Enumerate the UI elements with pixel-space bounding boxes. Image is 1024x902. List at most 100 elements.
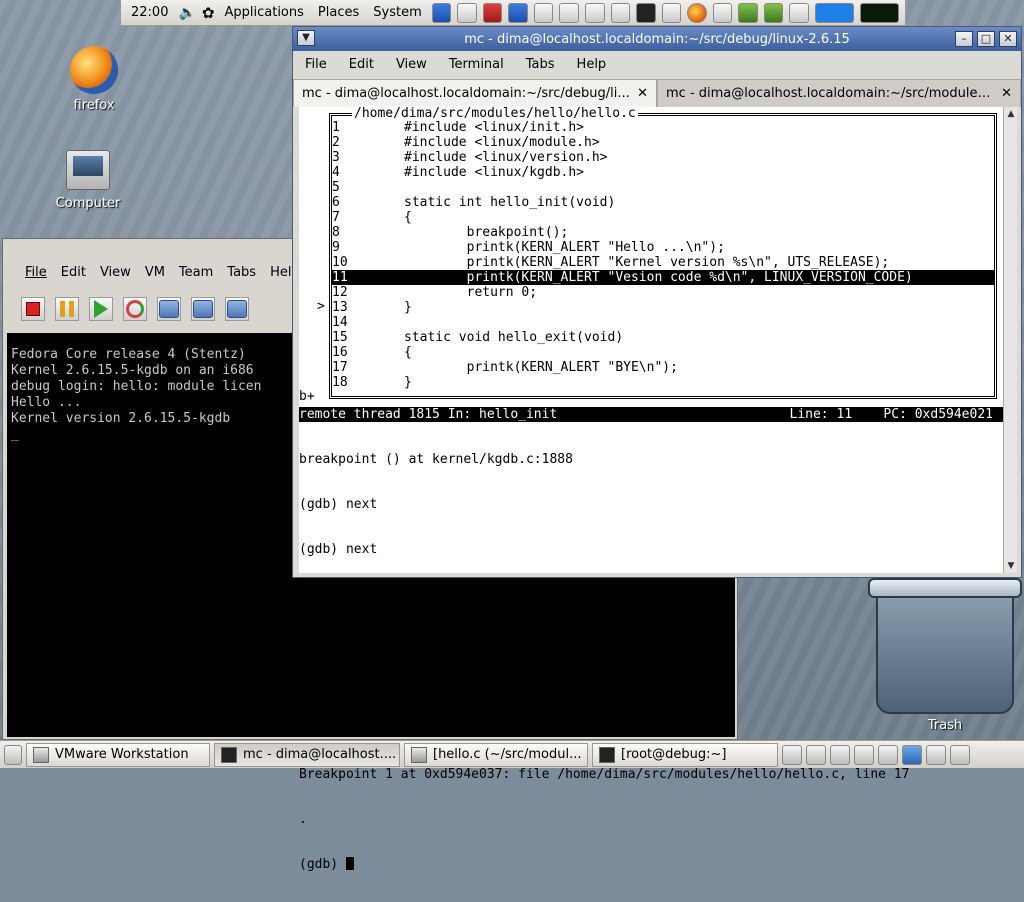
reset-button[interactable]: [123, 297, 147, 321]
launcher-icon[interactable]: [610, 2, 631, 23]
vm-menu-team[interactable]: Team: [179, 265, 213, 287]
term-menu-help[interactable]: Help: [577, 57, 607, 72]
source-line[interactable]: 4 #include <linux/kgdb.h>: [332, 165, 994, 180]
tray-icon[interactable]: [806, 744, 826, 765]
source-line[interactable]: 12 return 0;: [332, 285, 994, 300]
trash-applet-icon[interactable]: [950, 744, 970, 765]
tray-icon[interactable]: [926, 744, 946, 765]
launcher-icon[interactable]: [789, 2, 809, 23]
gnome-foot-icon[interactable]: ✿: [202, 4, 215, 22]
source-code: {: [404, 210, 412, 225]
source-line[interactable]: 3 #include <linux/version.h>: [332, 150, 994, 165]
close-button[interactable]: ✕: [999, 31, 1017, 47]
scroll-up-icon[interactable]: ▲: [1004, 107, 1018, 121]
launcher-icon[interactable]: [738, 2, 758, 23]
desktop-icon-firefox[interactable]: firefox: [54, 46, 134, 113]
show-desktop-icon[interactable]: [4, 744, 22, 765]
vm-menu-edit[interactable]: Edit: [61, 265, 86, 287]
launcher-icon[interactable]: [457, 2, 477, 23]
workspace-switcher[interactable]: [814, 2, 854, 23]
window-menu-icon[interactable]: ▼: [297, 30, 315, 46]
source-line[interactable]: 1 #include <linux/init.h>: [332, 120, 994, 135]
source-line[interactable]: 6 static int hello_init(void): [332, 195, 994, 210]
suspend-button[interactable]: [55, 297, 79, 321]
snapshot-manager-button[interactable]: [225, 297, 249, 321]
source-line[interactable]: 13}: [332, 300, 994, 315]
source-code: #include <linux/kgdb.h>: [404, 165, 585, 180]
terminal-tab-2[interactable]: mc - dima@localhost.localdomain:~/src/mo…: [657, 79, 1021, 107]
menu-system[interactable]: System: [369, 5, 425, 20]
terminal-tab-1[interactable]: mc - dima@localhost.localdomain:~/src/de…: [293, 79, 657, 107]
power-on-button[interactable]: [89, 297, 113, 321]
gdb-line: Breakpoint 1 at 0xd594e037: file /home/d…: [299, 767, 910, 782]
source-line[interactable]: 10 printk(KERN_ALERT "Kernel version %s\…: [332, 255, 994, 270]
term-menu-view[interactable]: View: [396, 57, 427, 72]
tray-icon[interactable]: [830, 744, 850, 765]
source-line[interactable]: 17 printk(KERN_ALERT "BYE\n");: [332, 360, 994, 375]
vm-menu-tabs[interactable]: Tabs: [227, 265, 256, 287]
taskbar-editor[interactable]: [hello.c (~/src/modul...: [404, 742, 588, 767]
term-menu-file[interactable]: File: [305, 57, 327, 72]
revert-snapshot-button[interactable]: [191, 297, 215, 321]
launcher-icon[interactable]: [508, 2, 528, 23]
firefox-launcher-icon[interactable]: [687, 2, 707, 23]
source-code: printk(KERN_ALERT "Kernel version %s\n",…: [404, 255, 890, 270]
tray-icon[interactable]: [782, 744, 802, 765]
terminal-titlebar[interactable]: ▼ mc - dima@localhost.localdomain:~/src/…: [293, 27, 1021, 51]
tray-icon[interactable]: [854, 744, 874, 765]
system-monitor-applet[interactable]: [859, 2, 900, 23]
volume-icon[interactable]: 🔈: [178, 5, 195, 21]
source-line[interactable]: 5: [332, 180, 994, 195]
desktop-icon-label: firefox: [73, 98, 115, 113]
terminal-window[interactable]: ▼ mc - dima@localhost.localdomain:~/src/…: [292, 26, 1022, 872]
launcher-icon[interactable]: [585, 2, 605, 23]
snapshot-button[interactable]: [157, 297, 181, 321]
launcher-icon[interactable]: [763, 2, 784, 23]
tab-close-icon[interactable]: ✕: [1001, 86, 1012, 101]
vm-menu-file[interactable]: File: [25, 265, 47, 287]
power-off-button[interactable]: [21, 297, 45, 321]
desktop-icon-computer[interactable]: Computer: [48, 150, 128, 211]
source-line[interactable]: 2 #include <linux/module.h>: [332, 135, 994, 150]
tab-close-icon[interactable]: ✕: [637, 86, 648, 101]
source-line[interactable]: 15 static void hello_exit(void): [332, 330, 994, 345]
source-line[interactable]: 8 breakpoint();: [332, 225, 994, 240]
source-line[interactable]: 9 printk(KERN_ALERT "Hello ...\n");: [332, 240, 994, 255]
taskbar-root-terminal[interactable]: [root@debug:~]: [592, 742, 778, 767]
source-code: printk(KERN_ALERT "Vesion code %d\n", LI…: [404, 270, 913, 285]
maximize-button[interactable]: □: [977, 31, 995, 47]
source-line[interactable]: 7{: [332, 210, 994, 225]
vm-menu-vm[interactable]: VM: [145, 265, 165, 287]
term-menu-tabs[interactable]: Tabs: [526, 57, 555, 72]
taskbar-terminal[interactable]: mc - dima@localhost....: [214, 742, 400, 767]
launcher-icon[interactable]: [533, 2, 554, 23]
source-line[interactable]: 16 {: [332, 345, 994, 360]
taskbar-vmware[interactable]: VMware Workstation: [26, 742, 210, 767]
line-number: 2: [332, 135, 340, 150]
workspace-icon[interactable]: [902, 744, 922, 765]
launcher-icon[interactable]: [431, 2, 452, 23]
menu-places[interactable]: Places: [314, 5, 363, 20]
launcher-icon[interactable]: [559, 2, 580, 23]
desktop-icon-trash[interactable]: Trash: [866, 578, 1024, 738]
tray-icon[interactable]: [878, 744, 898, 765]
line-number: 18: [332, 375, 348, 390]
pdf-launcher-icon[interactable]: [482, 2, 503, 23]
scroll-down-icon[interactable]: ▼: [1004, 559, 1018, 573]
terminal-content[interactable]: > b+ /home/dima/src/modules/hello/hello.…: [299, 106, 1003, 872]
clock[interactable]: 22:00: [127, 5, 172, 20]
terminal-scrollbar[interactable]: ▲ ▼: [1003, 107, 1017, 573]
term-menu-edit[interactable]: Edit: [349, 57, 374, 72]
menu-applications[interactable]: Applications: [220, 5, 307, 20]
vm-menu-view[interactable]: View: [100, 265, 131, 287]
gdb-prompt-line[interactable]: (gdb): [299, 857, 1003, 872]
source-line[interactable]: 18}: [332, 375, 994, 390]
eyes-applet-icon[interactable]: [661, 2, 682, 23]
launcher-icon[interactable]: [712, 2, 733, 23]
source-line[interactable]: 11 printk(KERN_ALERT "Vesion code %d\n",…: [332, 270, 994, 285]
terminal-launcher-icon[interactable]: [636, 2, 656, 23]
minimize-button[interactable]: –: [955, 31, 973, 47]
source-line[interactable]: 14: [332, 315, 994, 330]
taskbar-label: VMware Workstation: [55, 747, 189, 762]
term-menu-terminal[interactable]: Terminal: [449, 57, 504, 72]
